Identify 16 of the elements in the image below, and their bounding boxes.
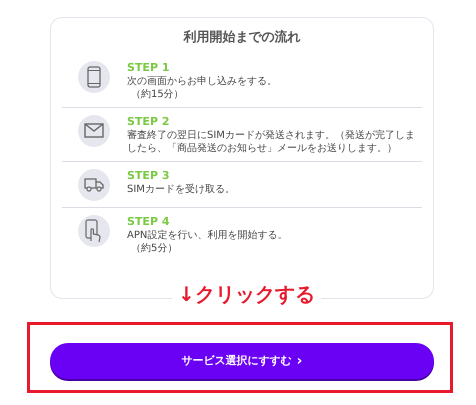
step-label: STEP 1: [127, 60, 170, 74]
step-description: APN設定を行い、利用を開始する。: [127, 228, 288, 242]
smartphone-icon: [87, 66, 101, 88]
chevron-icon: ›: [296, 354, 302, 368]
step-label: STEP 3: [127, 168, 170, 182]
card-title: 利用開始までの流れ: [182, 28, 302, 47]
step-note: （約5分）: [130, 242, 178, 254]
step-label: STEP 4: [127, 214, 170, 228]
step-description: 次の画面からお申し込みをする。: [127, 74, 277, 88]
step-label: STEP 2: [127, 114, 170, 128]
step-description: SIMカードを受け取る。: [127, 182, 235, 196]
envelope-icon: [84, 123, 104, 138]
step-note: （約15分）: [130, 88, 184, 100]
truck-icon: [84, 177, 104, 192]
step-description: 審査終了の翌日にSIMカードが発送されます。（発送が完了しましたら、「商品発送のお知らせ」メールをお送りします。）: [127, 128, 416, 154]
next-button[interactable]: サービス選択にすすむ ›: [50, 343, 434, 379]
